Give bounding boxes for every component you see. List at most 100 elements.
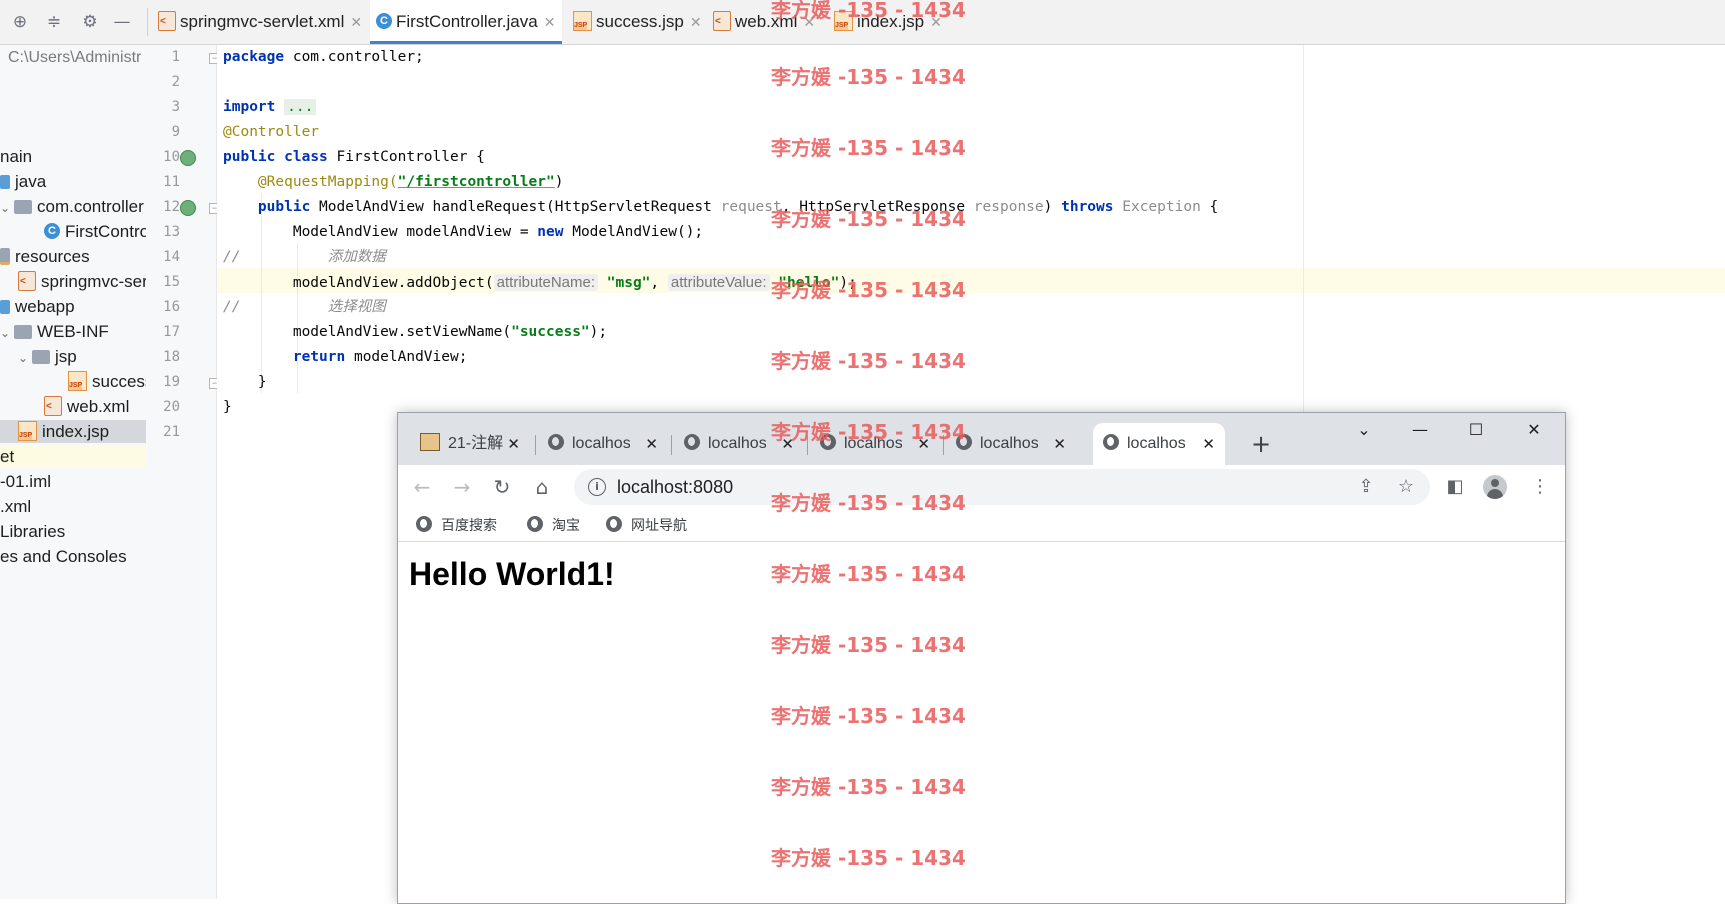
editor-tab-web-xml[interactable]: web.xml✕ — [707, 0, 820, 44]
tree-item-pom-xml[interactable]: .xml — [0, 495, 31, 518]
hide-icon[interactable]: — — [112, 12, 132, 32]
maximize-button[interactable]: ☐ — [1448, 413, 1504, 447]
close-icon[interactable]: ✕ — [930, 15, 942, 31]
tree-item-scratches[interactable]: es and Consoles — [0, 545, 127, 568]
bookmark-item[interactable]: 百度搜索 — [416, 509, 497, 541]
code-line-13: ModelAndView modelAndView = new ModelAnd… — [292, 224, 704, 240]
line-number: 12 — [163, 199, 180, 215]
tree-item-java[interactable]: java — [0, 170, 46, 193]
line-number: 15 — [163, 274, 180, 290]
close-window-button[interactable]: ✕ — [1506, 413, 1562, 447]
close-icon[interactable]: ✕ — [781, 423, 794, 465]
browser-tab-active[interactable]: localhost ✕ — [1093, 423, 1225, 465]
toolbar-divider — [147, 8, 148, 36]
line-number: 13 — [163, 224, 180, 240]
close-icon[interactable]: ✕ — [690, 15, 702, 31]
reload-icon[interactable]: ↻ — [486, 471, 518, 503]
chevron-down-icon[interactable]: ⌄ — [0, 322, 14, 345]
tree-item-target[interactable]: et — [0, 445, 146, 468]
tree-item-jsp-folder[interactable]: ⌄ jsp — [18, 345, 77, 368]
url-text[interactable]: localhost:8080 — [617, 469, 733, 505]
line-number: 21 — [163, 424, 180, 440]
ide-toolbar: ⊕ ≑ ⚙ — springmvc-servlet.xml✕ CFirstCon… — [0, 0, 1725, 45]
xml-file-icon — [713, 10, 731, 31]
tab-search-chevron-icon[interactable]: ⌄ — [1336, 413, 1392, 447]
address-bar[interactable]: i localhost:8080 ⇪ ☆ — [574, 469, 1430, 505]
collapse-all-icon[interactable]: ≑ — [44, 12, 64, 32]
spring-mapping-gutter-icon[interactable] — [180, 200, 196, 216]
browser-tab[interactable]: 21-注解 ✕ — [410, 423, 530, 465]
tree-item-resources[interactable]: resources — [0, 245, 90, 268]
tree-item-firstcontroller[interactable]: C FirstContro — [44, 220, 146, 243]
tree-item-web-xml[interactable]: web.xml — [44, 395, 129, 418]
line-number: 14 — [163, 249, 180, 265]
editor-tab-firstcontroller[interactable]: C FirstController.java ✕ — [370, 0, 562, 44]
close-icon[interactable]: ✕ — [544, 15, 556, 31]
chevron-down-icon[interactable]: ⌄ — [0, 197, 14, 220]
line-number: 2 — [171, 74, 180, 90]
xml-file-icon — [158, 10, 176, 31]
crosshair-icon[interactable]: ⊕ — [10, 12, 30, 32]
close-icon[interactable]: ✕ — [1202, 423, 1215, 465]
tree-item-success-jsp[interactable]: success — [68, 370, 146, 393]
home-icon[interactable]: ⌂ — [526, 471, 558, 503]
side-panel-icon[interactable]: ◧ — [1439, 471, 1471, 503]
tab-divider — [943, 435, 944, 455]
tree-item-main[interactable]: nain — [0, 145, 32, 168]
code-line-20: } — [223, 399, 232, 415]
more-menu-icon[interactable]: ⋮ — [1524, 471, 1556, 503]
line-number: 10 — [163, 149, 180, 165]
tab-divider — [671, 435, 672, 455]
tree-item-springmvc-servlet[interactable]: springmvc-ser — [18, 270, 146, 293]
site-info-icon[interactable]: i — [588, 478, 606, 496]
tree-item-web-inf[interactable]: ⌄ WEB-INF — [0, 320, 109, 343]
line-number: 9 — [171, 124, 180, 140]
code-line-11: @RequestMapping("/firstcontroller") — [257, 174, 564, 190]
share-icon[interactable]: ⇪ — [1352, 473, 1380, 501]
gear-icon[interactable]: ⚙ — [80, 12, 100, 32]
globe-icon — [684, 433, 700, 450]
code-line-17: modelAndView.setViewName("success"); — [292, 324, 608, 340]
page-heading: Hello World1! — [409, 556, 615, 592]
spring-bean-gutter-icon[interactable] — [180, 150, 196, 166]
editor-tab-success-jsp[interactable]: success.jsp✕ — [567, 0, 702, 44]
globe-icon — [416, 516, 432, 533]
bookmark-star-icon[interactable]: ☆ — [1392, 473, 1420, 501]
line-number: 11 — [163, 174, 180, 190]
xml-file-icon — [44, 395, 62, 416]
parameter-hint: attributeValue: — [667, 274, 770, 291]
browser-tab[interactable]: localhost ✕ — [674, 423, 804, 465]
tree-item-libraries[interactable]: Libraries — [0, 520, 65, 543]
close-icon[interactable]: ✕ — [350, 15, 362, 31]
close-icon[interactable]: ✕ — [803, 15, 815, 31]
line-number: 3 — [171, 99, 180, 115]
bookmark-item[interactable]: 淘宝 — [527, 509, 580, 541]
close-icon[interactable]: ✕ — [645, 423, 658, 465]
package-icon — [14, 199, 32, 214]
jsp-file-icon — [573, 10, 592, 31]
globe-icon — [956, 433, 972, 450]
browser-tab[interactable]: localhost ✕ — [810, 423, 940, 465]
bookmark-item[interactable]: 网址导航 — [606, 509, 687, 541]
close-icon[interactable]: ✕ — [507, 423, 520, 465]
line-number: 16 — [163, 299, 180, 315]
tab-divider — [807, 435, 808, 455]
tree-item-iml[interactable]: -01.iml — [0, 470, 51, 493]
close-icon[interactable]: ✕ — [917, 423, 930, 465]
browser-tab[interactable]: localhost ✕ — [538, 423, 668, 465]
minimize-button[interactable]: — — [1392, 413, 1448, 447]
back-arrow-icon[interactable]: ← — [406, 471, 438, 503]
editor-tab-index-jsp[interactable]: index.jsp✕ — [828, 0, 943, 44]
close-icon[interactable]: ✕ — [1053, 423, 1066, 465]
forward-arrow-icon[interactable]: → — [446, 471, 478, 503]
folder-icon — [14, 324, 32, 339]
new-tab-button[interactable]: + — [1243, 423, 1279, 465]
code-line-12: public ModelAndView handleRequest(HttpSe… — [257, 199, 1219, 215]
profile-avatar[interactable] — [1483, 475, 1507, 499]
chevron-down-icon[interactable]: ⌄ — [18, 347, 32, 370]
editor-tab-springmvc-servlet[interactable]: springmvc-servlet.xml✕ — [152, 0, 362, 44]
tree-item-webapp[interactable]: webapp — [0, 295, 75, 318]
browser-tab[interactable]: localhost ✕ — [946, 423, 1076, 465]
tree-item-index-jsp[interactable]: index.jsp — [0, 420, 146, 443]
tree-item-com-controller[interactable]: ⌄ com.controller — [0, 195, 144, 218]
